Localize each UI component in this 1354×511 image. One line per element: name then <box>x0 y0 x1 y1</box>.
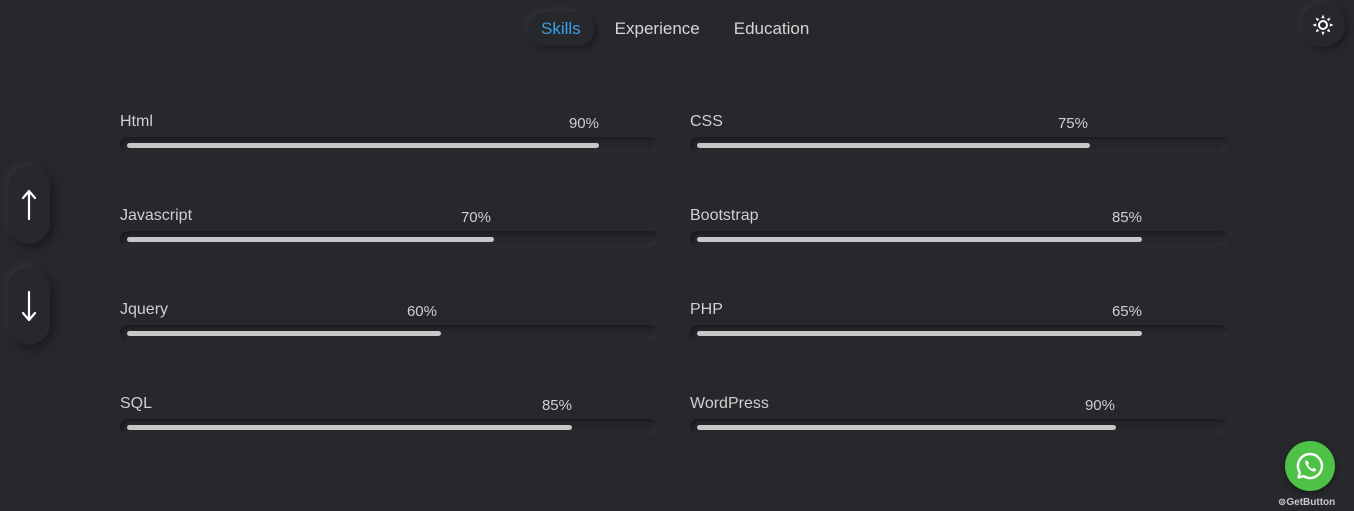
skill-name: PHP <box>690 301 723 318</box>
skill-wordpress: WordPress 90% <box>690 395 1230 455</box>
skill-percent: 90% <box>568 115 599 132</box>
getbutton-credit-link[interactable]: ⊚GetButton <box>1278 497 1335 508</box>
skill-bootstrap: Bootstrap 85% <box>690 207 1230 267</box>
progress-fill <box>697 237 1142 242</box>
progress-fill <box>697 425 1116 430</box>
skill-html: Html 90% <box>120 113 660 173</box>
skill-name: Jquery <box>120 301 169 318</box>
skill-name: CSS <box>690 113 723 130</box>
tab-skills[interactable]: Skills <box>528 12 594 46</box>
skill-javascript: Javascript 70% <box>120 207 660 267</box>
skill-percent: 70% <box>460 209 491 226</box>
skill-name: SQL <box>120 395 153 412</box>
tab-education[interactable]: Education <box>721 12 823 46</box>
skill-php: PHP 65% <box>690 301 1230 361</box>
skill-percent: 85% <box>1111 209 1142 226</box>
skill-sql: SQL 85% <box>120 395 660 455</box>
progress-fill <box>127 331 441 336</box>
skill-css: CSS 75% <box>690 113 1230 173</box>
skill-percent: 75% <box>1057 115 1088 132</box>
scroll-up-button[interactable] <box>8 166 50 244</box>
progress-fill <box>127 237 494 242</box>
skill-percent: 90% <box>1084 397 1115 414</box>
progress-fill <box>127 425 572 430</box>
progress-track <box>120 231 658 247</box>
progress-track <box>690 231 1228 247</box>
getbutton-label: GetButton <box>1286 497 1336 508</box>
arrow-down-icon <box>21 290 37 322</box>
skill-jquery: Jquery 60% <box>120 301 660 361</box>
progress-fill <box>697 331 1142 336</box>
section-tabs: Skills Experience Education <box>528 12 822 46</box>
whatsapp-icon <box>1296 452 1324 480</box>
theme-toggle-button[interactable] <box>1301 3 1345 47</box>
skill-name: WordPress <box>690 395 769 412</box>
progress-track <box>690 325 1228 341</box>
progress-track <box>120 137 658 153</box>
skill-percent: 85% <box>541 397 572 414</box>
progress-fill <box>697 143 1090 148</box>
progress-fill <box>127 143 599 148</box>
progress-track <box>690 137 1228 153</box>
skill-name: Javascript <box>120 207 193 224</box>
whatsapp-button[interactable] <box>1285 441 1335 491</box>
skill-name: Bootstrap <box>690 207 759 224</box>
progress-track <box>120 419 658 435</box>
tab-experience[interactable]: Experience <box>602 12 713 46</box>
progress-track <box>690 419 1228 435</box>
scroll-down-button[interactable] <box>8 267 50 345</box>
skill-percent: 65% <box>1111 303 1142 320</box>
progress-track <box>120 325 658 341</box>
arrow-up-icon <box>21 189 37 221</box>
skill-percent: 60% <box>406 303 437 320</box>
sun-icon <box>1312 14 1334 36</box>
skill-name: Html <box>120 113 153 130</box>
